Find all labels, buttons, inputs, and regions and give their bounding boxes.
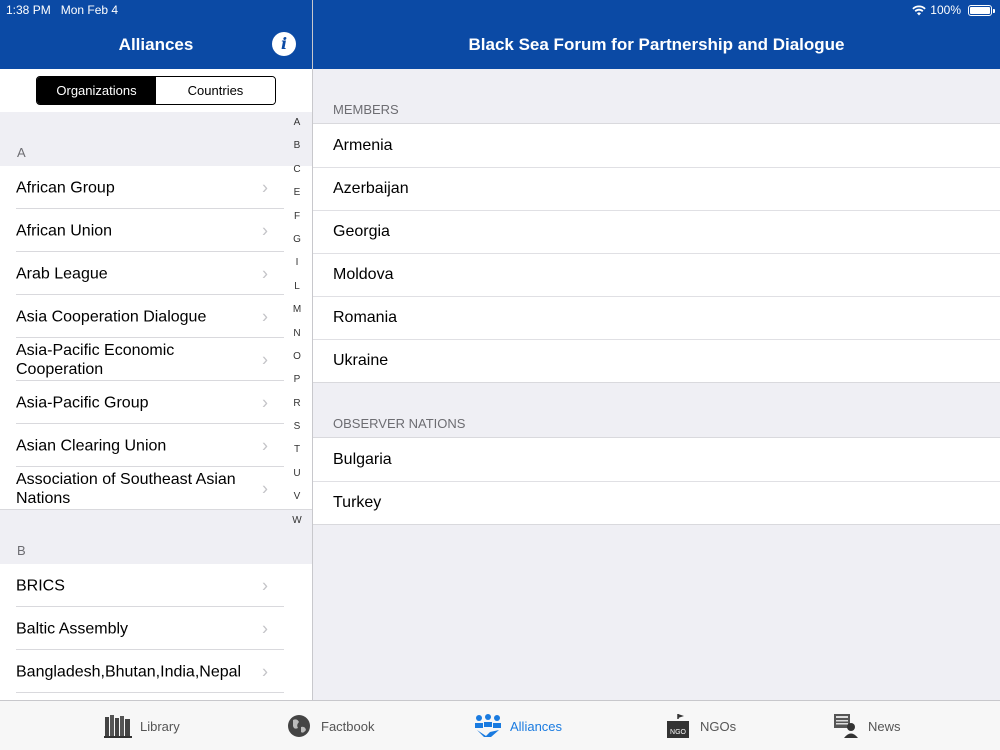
tab-ngos-label: NGOs: [700, 718, 737, 734]
split-divider: [312, 0, 313, 700]
ngo-building-icon: NGO: [664, 713, 692, 739]
list-item[interactable]: Baltic Assembly ›: [0, 607, 312, 650]
index-letter[interactable]: O: [287, 345, 307, 368]
index-letter[interactable]: B: [287, 134, 307, 157]
list-item[interactable]: Asia-Pacific Economic Cooperation ›: [0, 338, 312, 381]
observer-row[interactable]: Turkey: [313, 481, 1000, 524]
section-header-b: B: [0, 510, 312, 564]
chevron-right-icon: ›: [262, 263, 268, 283]
list-item[interactable]: Asia-Pacific Group ›: [0, 381, 312, 424]
list-item[interactable]: Association of Southeast Asian Nations ›: [0, 467, 312, 510]
chevron-right-icon: ›: [262, 618, 268, 638]
segment-container: Organizations Countries: [0, 69, 312, 112]
members-list: Armenia Azerbaijan Georgia Moldova Roman…: [313, 123, 1000, 383]
member-row[interactable]: Armenia: [313, 124, 1000, 167]
chevron-right-icon: ›: [262, 177, 268, 197]
observers-header: OBSERVER NATIONS: [333, 416, 466, 431]
tab-factbook[interactable]: Factbook: [285, 713, 374, 739]
status-date: Mon Feb 4: [60, 3, 119, 17]
status-right: 100%: [912, 3, 995, 17]
wifi-icon: [912, 4, 926, 15]
index-letter[interactable]: L: [287, 275, 307, 298]
index-letter[interactable]: G: [287, 228, 307, 251]
chevron-right-icon: ›: [262, 435, 268, 455]
observer-row[interactable]: Bulgaria: [313, 438, 1000, 481]
tab-factbook-label: Factbook: [321, 718, 375, 734]
segment-countries[interactable]: Countries: [156, 77, 275, 104]
tab-news[interactable]: News: [832, 713, 901, 739]
svg-text:NGO: NGO: [670, 729, 687, 736]
chevron-right-icon: ›: [262, 575, 268, 595]
handshake-icon: [474, 713, 502, 739]
index-letter[interactable]: R: [287, 392, 307, 415]
index-letter[interactable]: M: [287, 298, 307, 321]
list-item[interactable]: Bangladesh,Bhutan,India,Nepal ›: [0, 650, 312, 693]
detail-pane: MEMBERS Armenia Azerbaijan Georgia Moldo…: [313, 69, 1000, 700]
segment-organizations[interactable]: Organizations: [37, 77, 156, 104]
globe-icon: [285, 713, 313, 739]
list-item-partial[interactable]: [0, 693, 312, 700]
tab-news-label: News: [868, 718, 901, 734]
chevron-right-icon: ›: [262, 661, 268, 681]
list-item[interactable]: African Group ›: [0, 166, 312, 209]
section-index[interactable]: A B C E F G I L M N O P R S T U V W: [287, 111, 307, 532]
index-letter[interactable]: P: [287, 368, 307, 391]
list-item[interactable]: BRICS ›: [0, 564, 312, 607]
info-icon[interactable]: i: [272, 32, 296, 56]
index-letter[interactable]: N: [287, 322, 307, 345]
index-letter[interactable]: W: [287, 509, 307, 532]
index-letter[interactable]: S: [287, 415, 307, 438]
list-item[interactable]: Asian Clearing Union ›: [0, 424, 312, 467]
section-header-a: A: [0, 112, 312, 166]
chevron-right-icon: ›: [262, 349, 268, 369]
news-reporter-icon: [832, 713, 860, 739]
member-row[interactable]: Romania: [313, 296, 1000, 339]
tab-ngos[interactable]: NGO NGOs: [664, 713, 736, 739]
books-icon: [104, 713, 132, 739]
chevron-right-icon: ›: [262, 392, 268, 412]
segmented-control: Organizations Countries: [36, 76, 276, 105]
member-row[interactable]: Moldova: [313, 253, 1000, 296]
index-letter[interactable]: C: [287, 158, 307, 181]
index-letter[interactable]: E: [287, 181, 307, 204]
observers-list: Bulgaria Turkey: [313, 437, 1000, 525]
tab-library-label: Library: [140, 718, 180, 734]
chevron-right-icon: ›: [262, 220, 268, 240]
status-time: 1:38 PM: [6, 3, 51, 17]
tab-library[interactable]: Library: [104, 713, 180, 739]
status-bar: 1:38 PM Mon Feb 4 100%: [0, 0, 1000, 20]
battery-icon: [968, 4, 995, 16]
member-row[interactable]: Georgia: [313, 210, 1000, 253]
index-letter[interactable]: I: [287, 251, 307, 274]
chevron-right-icon: ›: [262, 478, 268, 498]
list-item[interactable]: Arab League ›: [0, 252, 312, 295]
member-row[interactable]: Azerbaijan: [313, 167, 1000, 210]
index-letter[interactable]: A: [287, 111, 307, 134]
tab-alliances-label: Alliances: [510, 718, 563, 734]
status-time-date: 1:38 PM Mon Feb 4: [6, 3, 118, 17]
member-row[interactable]: Ukraine: [313, 339, 1000, 382]
chevron-right-icon: ›: [262, 306, 268, 326]
detail-title: Black Sea Forum for Partnership and Dial…: [468, 35, 845, 54]
left-nav-title: Alliances: [118, 35, 194, 54]
index-letter[interactable]: V: [287, 485, 307, 508]
members-header: MEMBERS: [333, 102, 399, 117]
tab-alliances[interactable]: Alliances: [474, 713, 562, 739]
battery-percent: 100%: [930, 3, 961, 17]
list-item[interactable]: African Union ›: [0, 209, 312, 252]
tab-bar: Library Factbook Alliances NGO NGOs News: [0, 700, 1000, 750]
index-letter[interactable]: U: [287, 462, 307, 485]
index-letter[interactable]: F: [287, 205, 307, 228]
list-item[interactable]: Asia Cooperation Dialogue ›: [0, 295, 312, 338]
index-letter[interactable]: T: [287, 438, 307, 461]
organizations-list-pane: Organizations Countries A African Group ›…: [0, 69, 312, 700]
